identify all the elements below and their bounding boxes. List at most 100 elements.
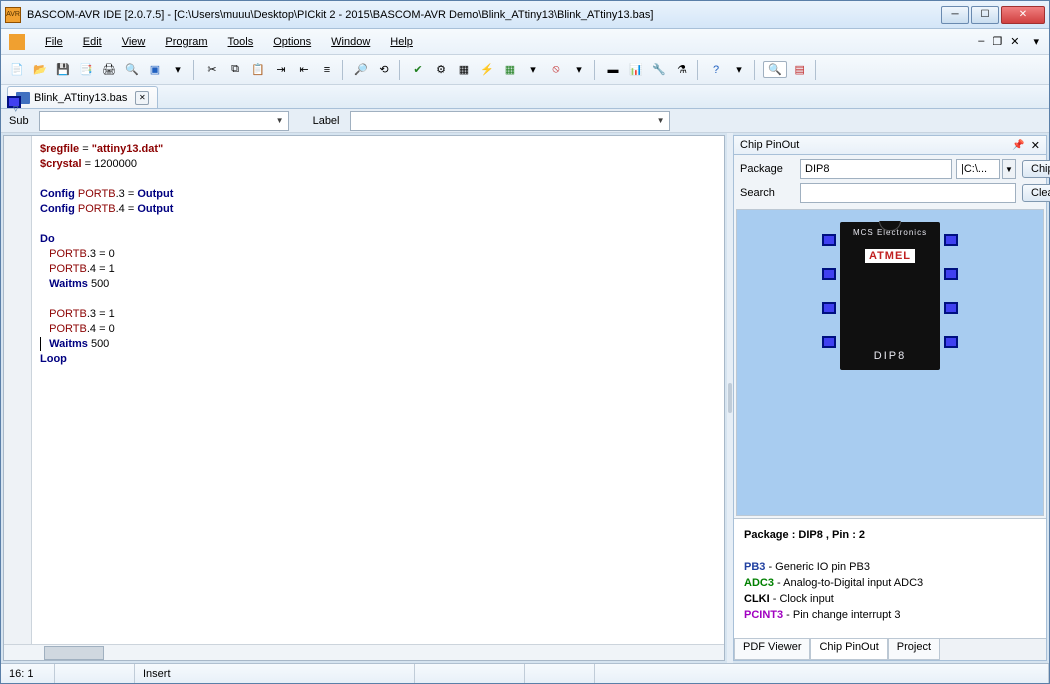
minimize-button[interactable]: ─ xyxy=(941,6,969,24)
tab-label: Blink_ATtiny13.bas xyxy=(34,92,127,104)
menu-edit[interactable]: Edit xyxy=(73,33,112,51)
pin-3[interactable] xyxy=(822,302,836,314)
tab-chip-pinout[interactable]: Chip PinOut xyxy=(810,639,887,660)
flash-icon[interactable]: ⚡ xyxy=(477,60,497,80)
open-file-icon[interactable]: 📂 xyxy=(30,60,50,80)
maximize-button[interactable]: ☐ xyxy=(971,6,999,24)
chip-icon[interactable]: ▦ xyxy=(454,60,474,80)
navigation-bar: Sub ▼ Label ▼ xyxy=(1,109,1049,133)
copy-icon[interactable]: ⧉ xyxy=(225,60,245,80)
side-close-icon[interactable]: ✕ xyxy=(1031,139,1040,152)
replace-icon[interactable]: ⟲ xyxy=(374,60,394,80)
mdi-minimize-icon[interactable]: – xyxy=(976,35,986,48)
status-cell-2 xyxy=(55,664,135,683)
list-icon[interactable]: ≡ xyxy=(317,60,337,80)
code-editor[interactable]: $regfile = "attiny13.dat" $crystal = 120… xyxy=(32,136,724,644)
tabbar-overflow-icon[interactable]: ▿ xyxy=(7,96,21,108)
search-box[interactable]: 🔍 xyxy=(763,61,787,78)
label-combo[interactable]: ▼ xyxy=(350,111,670,131)
chip-package-label: DIP8 xyxy=(840,350,940,362)
search-input[interactable] xyxy=(800,183,1016,203)
help-icon[interactable]: ? xyxy=(706,60,726,80)
tab-close-icon[interactable]: ✕ xyxy=(135,91,149,105)
pdf-icon[interactable]: ▤ xyxy=(790,60,810,80)
indent-icon[interactable]: ⇥ xyxy=(271,60,291,80)
pin-4[interactable] xyxy=(822,336,836,348)
status-cell-4 xyxy=(415,664,525,683)
new-file-icon[interactable]: 📄 xyxy=(7,60,27,80)
info-header: Package : DIP8 , Pin : 2 xyxy=(744,529,865,541)
outdent-icon[interactable]: ⇤ xyxy=(294,60,314,80)
tab-pdf-viewer[interactable]: PDF Viewer xyxy=(734,639,810,660)
app-icon: AVR xyxy=(5,7,21,23)
editor-hscroll[interactable] xyxy=(4,644,724,660)
pin-info: Package : DIP8 , Pin : 2 PB3 - Generic I… xyxy=(734,518,1046,638)
side-title-label: Chip PinOut xyxy=(740,139,799,151)
paste-icon[interactable]: 📋 xyxy=(248,60,268,80)
scrollbar-thumb[interactable] xyxy=(44,646,104,660)
path-dropdown-icon[interactable]: ▼ xyxy=(1002,159,1016,179)
pin-7[interactable] xyxy=(944,268,958,280)
menu-program[interactable]: Program xyxy=(155,33,217,51)
preview-icon[interactable]: 🔍 xyxy=(122,60,142,80)
close-button[interactable]: ✕ xyxy=(1001,6,1045,24)
menu-view[interactable]: View xyxy=(112,33,156,51)
dropdown4-icon[interactable]: ▾ xyxy=(729,60,749,80)
save-all-icon[interactable]: 📑 xyxy=(76,60,96,80)
menubar: File Edit View Program Tools Options Win… xyxy=(1,29,1049,55)
dropdown3-icon[interactable]: ▾ xyxy=(569,60,589,80)
file-tab[interactable]: Blink_ATtiny13.bas ✕ xyxy=(7,86,158,108)
stop-icon[interactable]: ⦸ xyxy=(546,60,566,80)
package-input[interactable] xyxy=(800,159,952,179)
status-position: 16: 1 xyxy=(1,664,55,683)
pin-2[interactable] xyxy=(822,268,836,280)
dropdown2-icon[interactable]: ▾ xyxy=(523,60,543,80)
project-icon[interactable]: ▣ xyxy=(145,60,165,80)
menu-options[interactable]: Options xyxy=(263,33,321,51)
terminal-icon[interactable]: ▬ xyxy=(603,60,623,80)
status-mode: Insert xyxy=(135,664,415,683)
tab-project[interactable]: Project xyxy=(888,639,940,660)
pin-5[interactable] xyxy=(944,336,958,348)
sub-label: Sub xyxy=(5,115,33,127)
tool1-icon[interactable]: 🔧 xyxy=(649,60,669,80)
check-icon[interactable]: ✔ xyxy=(408,60,428,80)
menu-file[interactable]: File xyxy=(35,33,73,51)
save-icon[interactable]: 💾 xyxy=(53,60,73,80)
pin-icon[interactable]: 📌 xyxy=(1012,140,1024,151)
text-cursor xyxy=(40,337,41,351)
chip-diagram[interactable]: MCS Electronics ATMEL DIP8 xyxy=(736,209,1044,516)
mdi-close-icon[interactable]: ✕ xyxy=(1008,35,1021,48)
cut-icon[interactable]: ✂ xyxy=(202,60,222,80)
status-cell-6 xyxy=(595,664,1049,683)
find-icon[interactable]: 🔎 xyxy=(351,60,371,80)
path-input[interactable] xyxy=(956,159,1000,179)
toolbar-dropdown-icon[interactable]: ▾ xyxy=(1031,35,1041,48)
side-tabs: PDF Viewer Chip PinOut Project xyxy=(734,638,1046,660)
chevron-down-icon: ▼ xyxy=(657,116,665,125)
dropdown-icon[interactable]: ▾ xyxy=(168,60,188,80)
titlebar: AVR BASCOM-AVR IDE [2.0.7.5] - [C:\Users… xyxy=(1,1,1049,29)
clear-pin-button[interactable]: Clear Pin HL xyxy=(1022,184,1050,202)
chip-logo: ATMEL xyxy=(865,249,915,263)
search-icon: 🔍 xyxy=(768,63,782,76)
program-icon[interactable]: ▦ xyxy=(500,60,520,80)
menu-window[interactable]: Window xyxy=(321,33,380,51)
mdi-restore-icon[interactable]: ❐ xyxy=(990,35,1004,48)
sub-combo[interactable]: ▼ xyxy=(39,111,289,131)
print-icon[interactable]: 🖨 xyxy=(99,60,119,80)
pin-6[interactable] xyxy=(944,302,958,314)
search-label: Search xyxy=(740,187,794,199)
side-panel-title: Chip PinOut 📌 ✕ xyxy=(733,135,1047,155)
main-area: $regfile = "attiny13.dat" $crystal = 120… xyxy=(1,133,1049,663)
pin-8[interactable] xyxy=(944,234,958,246)
compile-icon[interactable]: ⚙ xyxy=(431,60,451,80)
statusbar: 16: 1 Insert xyxy=(1,663,1049,683)
chip-search-button[interactable]: Chip Search xyxy=(1022,160,1050,178)
label-label: Label xyxy=(309,115,344,127)
tool2-icon[interactable]: ⚗ xyxy=(672,60,692,80)
menu-tools[interactable]: Tools xyxy=(218,33,264,51)
pin-1[interactable] xyxy=(822,234,836,246)
menu-help[interactable]: Help xyxy=(380,33,423,51)
scope-icon[interactable]: 📊 xyxy=(626,60,646,80)
